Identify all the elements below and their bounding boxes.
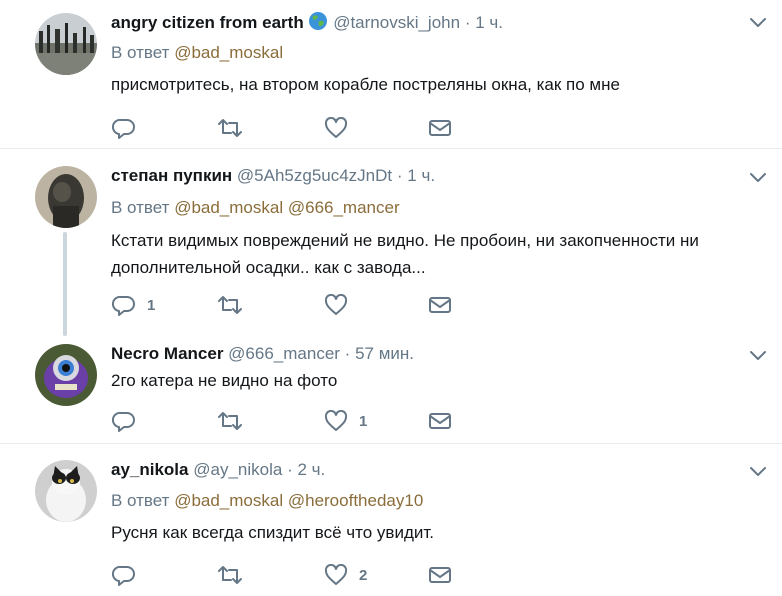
like-count: 1 (359, 412, 368, 430)
like-count: 2 (359, 566, 368, 584)
reply-button[interactable]: 1 (112, 292, 155, 318)
dm-button[interactable] (428, 292, 452, 318)
mention-link[interactable]: @666_mancer (288, 198, 400, 217)
retweet-icon (218, 119, 242, 137)
retweet-button[interactable] (217, 562, 243, 588)
reply-prefix: В ответ (111, 43, 170, 62)
dm-button[interactable] (428, 562, 452, 588)
reply-button[interactable] (112, 408, 147, 434)
heart-icon (324, 410, 348, 431)
envelope-icon (429, 413, 451, 429)
envelope-icon (429, 297, 451, 313)
chevron-down-icon[interactable] (749, 350, 767, 362)
reply-icon (112, 565, 135, 586)
timestamp[interactable]: 2 ч. (297, 460, 325, 479)
reply-icon (112, 118, 135, 139)
retweet-icon (218, 566, 242, 584)
display-name[interactable]: степан пупкин (111, 166, 232, 185)
dm-button[interactable] (428, 115, 452, 141)
chevron-down-icon[interactable] (749, 17, 767, 29)
tweet-header: степан пупкин @5Ah5zg5uc4zJnDt · 1 ч. (111, 166, 435, 186)
tweet-text: Русня как всегда спиздит всё что увидит. (111, 523, 434, 542)
avatar[interactable] (35, 166, 97, 228)
tweet-4[interactable]: ay_nikola @ay_nikola · 2 ч. В ответ @bad… (0, 444, 782, 596)
chevron-down-icon[interactable] (749, 466, 767, 478)
reply-count: 1 (147, 296, 156, 314)
avatar[interactable] (35, 344, 97, 406)
separator-dot: · (464, 13, 471, 32)
globe-emoji-icon (308, 11, 328, 36)
like-button[interactable] (324, 115, 359, 141)
heart-icon (324, 294, 348, 315)
envelope-icon (429, 567, 451, 583)
reply-icon (112, 411, 135, 432)
mention-link[interactable]: @bad_moskal (174, 491, 283, 510)
retweet-button[interactable] (217, 408, 243, 434)
heart-icon (324, 117, 348, 138)
user-handle[interactable]: @666_mancer (228, 344, 340, 363)
user-handle[interactable]: @ay_nikola (193, 460, 282, 479)
chevron-down-icon[interactable] (749, 172, 767, 184)
reply-button[interactable] (112, 115, 147, 141)
tweet-3[interactable]: Necro Mancer @666_mancer · 57 мин. 2го к… (0, 336, 782, 443)
separator-dot: · (344, 344, 351, 363)
tweet-text-line: Кстати видимых повреждений не видно. Не … (111, 231, 699, 250)
retweet-icon (218, 296, 242, 314)
tweet-text-line: дополнительной осадки.. как с завода... (111, 258, 426, 277)
avatar[interactable] (35, 460, 97, 522)
dm-button[interactable] (428, 408, 452, 434)
avatar[interactable] (35, 13, 97, 75)
tweet-1[interactable]: angry citizen from earth @tarnovski_john… (0, 0, 782, 148)
reply-icon (112, 295, 135, 316)
tweet-2[interactable]: степан пупкин @5Ah5zg5uc4zJnDt · 1 ч. В … (0, 149, 782, 335)
timestamp[interactable]: 1 ч. (475, 13, 503, 32)
tweet-text: 2го катера не видно на фото (111, 371, 338, 390)
timestamp[interactable]: 1 ч. (407, 166, 435, 185)
like-button[interactable] (324, 292, 359, 318)
reply-context: В ответ @bad_moskal @666_mancer (111, 198, 400, 218)
like-button[interactable]: 1 (324, 408, 367, 434)
heart-icon (324, 564, 348, 585)
timestamp[interactable]: 57 мин. (355, 344, 414, 363)
tweet-header: angry citizen from earth @tarnovski_john… (111, 11, 503, 36)
like-button[interactable]: 2 (324, 562, 367, 588)
mention-link[interactable]: @bad_moskal (174, 198, 283, 217)
retweet-button[interactable] (217, 292, 243, 318)
separator-dot: · (396, 166, 403, 185)
retweet-button[interactable] (217, 115, 243, 141)
display-name[interactable]: ay_nikola (111, 460, 189, 479)
reply-context: В ответ @bad_moskal (111, 43, 283, 63)
retweet-icon (218, 412, 242, 430)
user-handle[interactable]: @tarnovski_john (333, 13, 460, 32)
mention-link[interactable]: @bad_moskal (174, 43, 283, 62)
reply-button[interactable] (112, 562, 147, 588)
tweet-header: Necro Mancer @666_mancer · 57 мин. (111, 344, 414, 364)
envelope-icon (429, 120, 451, 136)
display-name[interactable]: angry citizen from earth (111, 13, 304, 32)
tweet-header: ay_nikola @ay_nikola · 2 ч. (111, 460, 325, 480)
reply-prefix: В ответ (111, 491, 170, 510)
display-name[interactable]: Necro Mancer (111, 344, 223, 363)
user-handle[interactable]: @5Ah5zg5uc4zJnDt (237, 166, 392, 185)
reply-context: В ответ @bad_moskal @herooftheday10 (111, 491, 423, 511)
reply-prefix: В ответ (111, 198, 170, 217)
mention-link[interactable]: @herooftheday10 (288, 491, 423, 510)
tweet-text: присмотритесь, на втором корабле пострел… (111, 75, 620, 94)
tweet-text: Кстати видимых повреждений не видно. Не … (111, 227, 751, 281)
separator-dot: · (287, 460, 293, 479)
